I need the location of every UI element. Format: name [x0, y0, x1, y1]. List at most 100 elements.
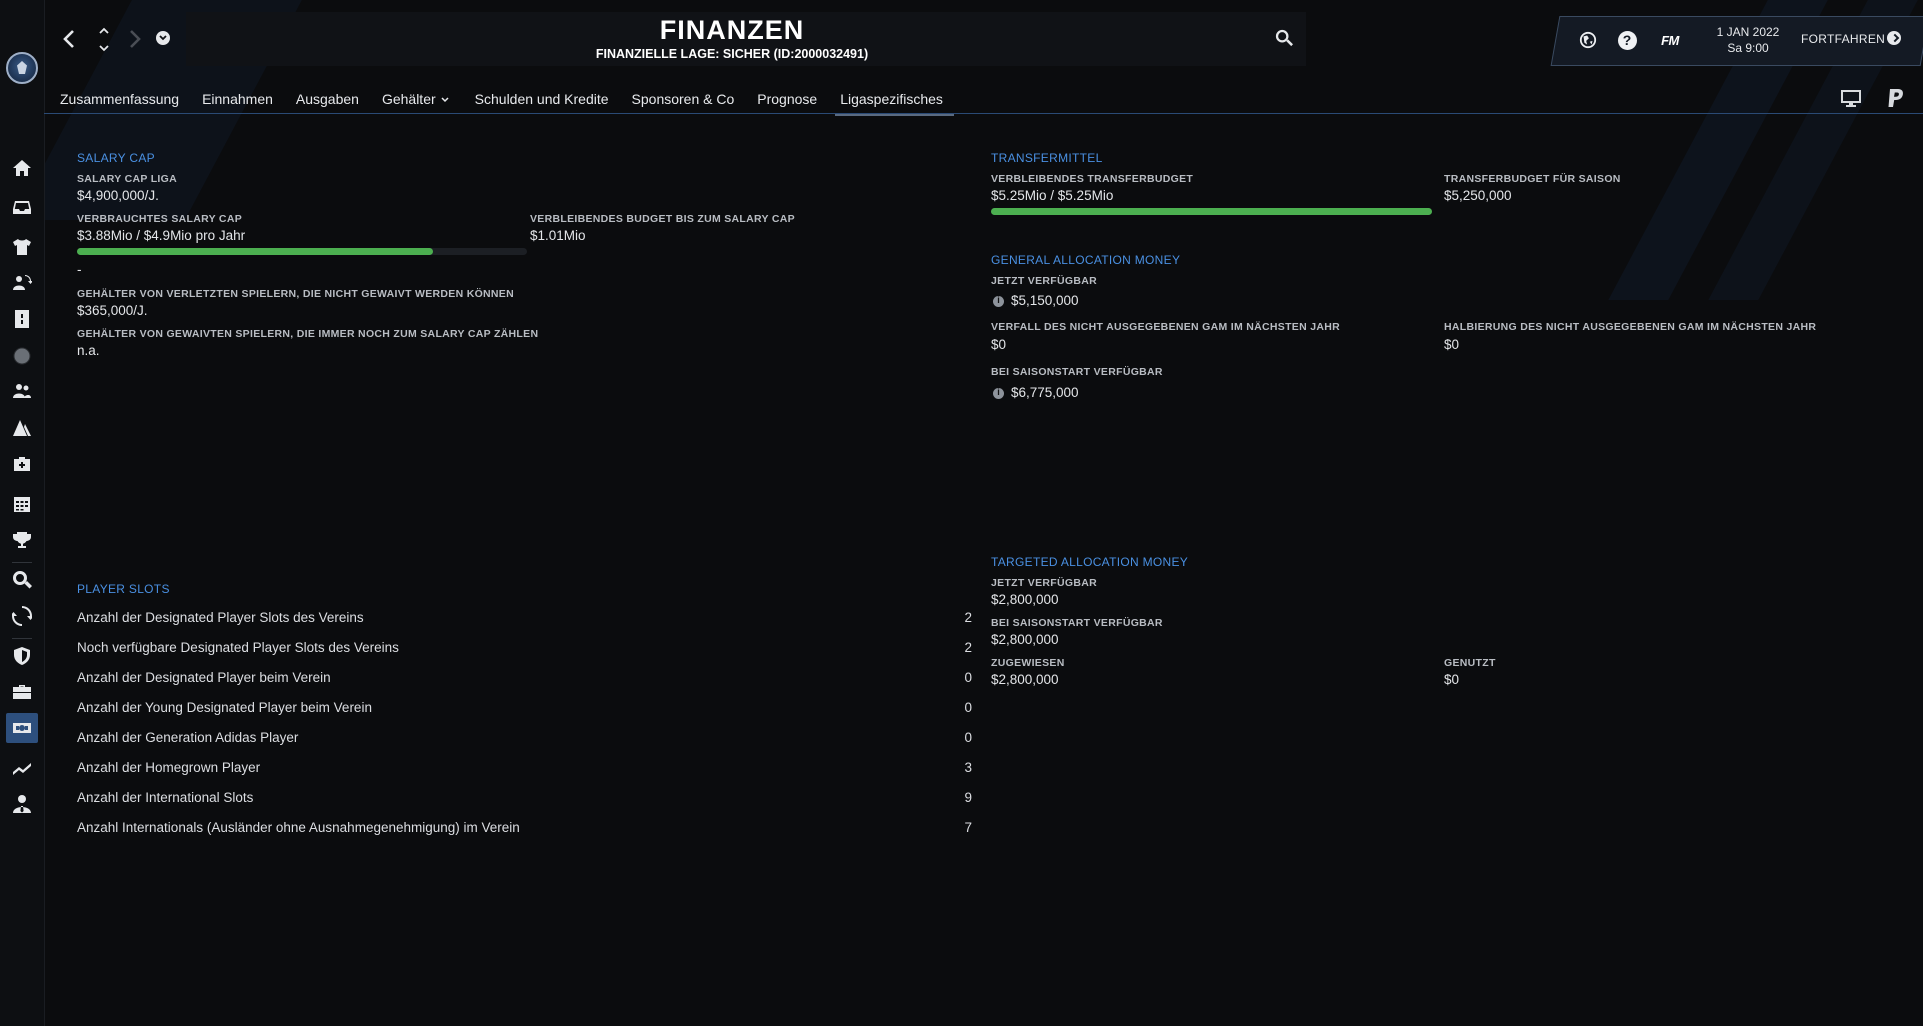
training-ball-icon[interactable]	[9, 343, 35, 369]
tam-assigned-label: ZUGEWIESEN	[991, 657, 1065, 669]
transfer-season-value: $5,250,000	[1444, 188, 1512, 203]
competitions-trophy-icon[interactable]	[9, 527, 35, 553]
sidebar-separator	[12, 562, 32, 563]
salary-cap-dash: -	[77, 262, 82, 277]
page-subtitle: FINANZIELLE LAGE: SICHER (ID:2000032491)	[595, 47, 869, 61]
tab-divider	[44, 113, 1923, 114]
list-item: Anzahl der Designated Player Slots des V…	[77, 610, 972, 625]
list-item: Noch verfügbare Designated Player Slots …	[77, 640, 972, 655]
page-title: FINANZEN	[659, 15, 805, 45]
salary-cap-section-title: SALARY CAP	[77, 151, 155, 165]
finances-money-icon[interactable]	[6, 713, 38, 743]
chevron-down-icon	[441, 97, 449, 103]
game-date: 1 JAN 2022 Sa 9:00	[1716, 25, 1780, 55]
gam-expire-label: VERFALL DES NICHT AUSGEGEBENEN GAM IM NÄ…	[991, 321, 1340, 333]
tab-sponsoren[interactable]: Sponsoren & Co	[632, 88, 735, 116]
medical-centre-icon[interactable]	[9, 451, 35, 477]
club-logo[interactable]	[6, 52, 38, 84]
fm-menu-button[interactable]: FM	[1655, 29, 1685, 51]
tab-ausgaben[interactable]: Ausgaben	[296, 88, 359, 116]
left-sidebar	[0, 0, 45, 1026]
status-panel-content: ? FM 1 JAN 2022 Sa 9:00 FORTFAHREN	[1560, 16, 1920, 64]
player-slots-section-title: PLAYER SLOTS	[77, 582, 170, 596]
tam-section-title: TARGETED ALLOCATION MONEY	[991, 555, 1189, 569]
info-icon[interactable]	[993, 387, 1004, 399]
transfer-section-title: TRANSFERMITTEL	[991, 151, 1103, 165]
salary-cap-used-bar-fill	[77, 248, 433, 255]
back-button[interactable]	[60, 28, 78, 50]
finance-tabs: Zusammenfassung Einnahmen Ausgaben Gehäl…	[60, 88, 977, 116]
schedule-calendar-icon[interactable]	[9, 491, 35, 517]
sidebar-separator	[12, 638, 32, 639]
gam-section-title: GENERAL ALLOCATION MONEY	[991, 253, 1181, 267]
tab-gehaelter-label: Gehälter	[381, 91, 436, 107]
salary-cap-league-label: SALARY CAP LIGA	[77, 173, 177, 185]
club-business-icon[interactable]	[9, 679, 35, 705]
transfer-remaining-value: $5.25Mio / $5.25Mio	[991, 188, 1114, 203]
tab-zusammenfassung[interactable]: Zusammenfassung	[60, 88, 179, 116]
tam-now-label: JETZT VERFÜGBAR	[991, 577, 1098, 589]
scouting-search-icon[interactable]	[9, 567, 35, 593]
staff-icon[interactable]	[9, 378, 35, 404]
forward-button[interactable]	[126, 28, 144, 50]
club-info-shield-icon[interactable]	[9, 643, 35, 669]
tam-season-label: BEI SAISONSTART VERFÜGBAR	[991, 617, 1163, 629]
salary-cap-league-value: $4,900,000/J.	[77, 188, 159, 203]
gam-halve-label: HALBIERUNG DES NICHT AUSGEGEBENEN GAM IM…	[1444, 321, 1817, 333]
tab-einnahmen[interactable]: Einnahmen	[202, 88, 273, 116]
manager-profile-icon[interactable]	[9, 791, 35, 817]
dynamics-icon[interactable]	[9, 270, 35, 296]
salary-cap-remaining-label: VERBLEIBENDES BUDGET BIS ZUM SALARY CAP	[530, 213, 795, 225]
help-icon[interactable]: ?	[1616, 29, 1638, 51]
salary-cap-used-label: VERBRAUCHTES SALARY CAP	[77, 213, 242, 225]
transfer-remaining-bar-fill	[991, 208, 1432, 215]
gam-now-value: $5,150,000	[1011, 293, 1079, 308]
transfer-remaining-label: VERBLEIBENDES TRANSFERBUDGET	[991, 173, 1194, 185]
navigation-menu-chevron-icon[interactable]	[156, 31, 170, 45]
gam-expire-value: $0	[991, 337, 1007, 352]
injured-salaries-value: $365,000/J.	[77, 303, 148, 318]
tam-assigned-value: $2,800,000	[991, 672, 1059, 687]
continue-button-label[interactable]: FORTFAHREN	[1801, 32, 1885, 46]
gam-season-value: $6,775,000	[1011, 385, 1079, 400]
tam-now-value: $2,800,000	[991, 592, 1059, 607]
transfer-remaining-bar	[991, 208, 1432, 215]
continue-arrow-icon[interactable]	[1887, 31, 1901, 45]
list-item: Anzahl Internationals (Ausländer ohne Au…	[77, 820, 972, 835]
list-item: Anzahl der Young Designated Player beim …	[77, 700, 972, 715]
waived-salaries-label: GEHÄLTER VON GEWAIVTEN SPIELERN, DIE IMM…	[77, 328, 539, 340]
list-item: Anzahl der Generation Adidas Player 0	[77, 730, 972, 745]
paypal-icon[interactable]	[1887, 88, 1905, 113]
tab-schulden-und-kredite[interactable]: Schulden und Kredite	[475, 88, 609, 116]
inbox-icon[interactable]	[9, 194, 35, 220]
tam-used-value: $0	[1444, 672, 1460, 687]
tam-used-label: GENUTZT	[1444, 657, 1496, 669]
screen-view-icon[interactable]	[1840, 88, 1862, 113]
tab-prognose[interactable]: Prognose	[757, 88, 817, 116]
search-icon[interactable]	[1275, 29, 1295, 49]
scroll-up-button[interactable]	[96, 25, 112, 37]
tam-season-value: $2,800,000	[991, 632, 1059, 647]
tab-ligaspezifisches[interactable]: Ligaspezifisches	[835, 88, 954, 116]
gam-halve-value: $0	[1444, 337, 1460, 352]
transfers-icon[interactable]	[9, 603, 35, 629]
title-panel: FINANZEN FINANZIELLE LAGE: SICHER (ID:20…	[186, 12, 1306, 66]
salary-cap-used-bar	[77, 248, 527, 255]
injured-salaries-label: GEHÄLTER VON VERLETZTEN SPIELERN, DIE NI…	[77, 288, 514, 300]
tactics-board-icon[interactable]	[9, 306, 35, 332]
gam-season-label: BEI SAISONSTART VERFÜGBAR	[991, 366, 1163, 378]
world-globe-icon[interactable]	[1577, 29, 1599, 51]
gam-now-label: JETZT VERFÜGBAR	[991, 275, 1098, 287]
home-icon[interactable]	[9, 155, 35, 181]
transfer-season-label: TRANSFERBUDGET FÜR SAISON	[1444, 173, 1621, 185]
salary-cap-remaining-value: $1.01Mio	[530, 228, 586, 243]
development-chart-icon[interactable]	[9, 755, 35, 781]
scroll-down-button[interactable]	[96, 42, 112, 54]
tab-gehaelter[interactable]: Gehälter	[382, 88, 452, 116]
list-item: Anzahl der Designated Player beim Verein…	[77, 670, 972, 685]
squad-shirt-icon[interactable]	[9, 234, 35, 260]
info-icon[interactable]	[993, 295, 1004, 307]
salary-cap-used-value: $3.88Mio / $4.9Mio pro Jahr	[77, 228, 246, 243]
navigation-controls	[52, 12, 182, 66]
club-vision-icon[interactable]	[9, 415, 35, 441]
